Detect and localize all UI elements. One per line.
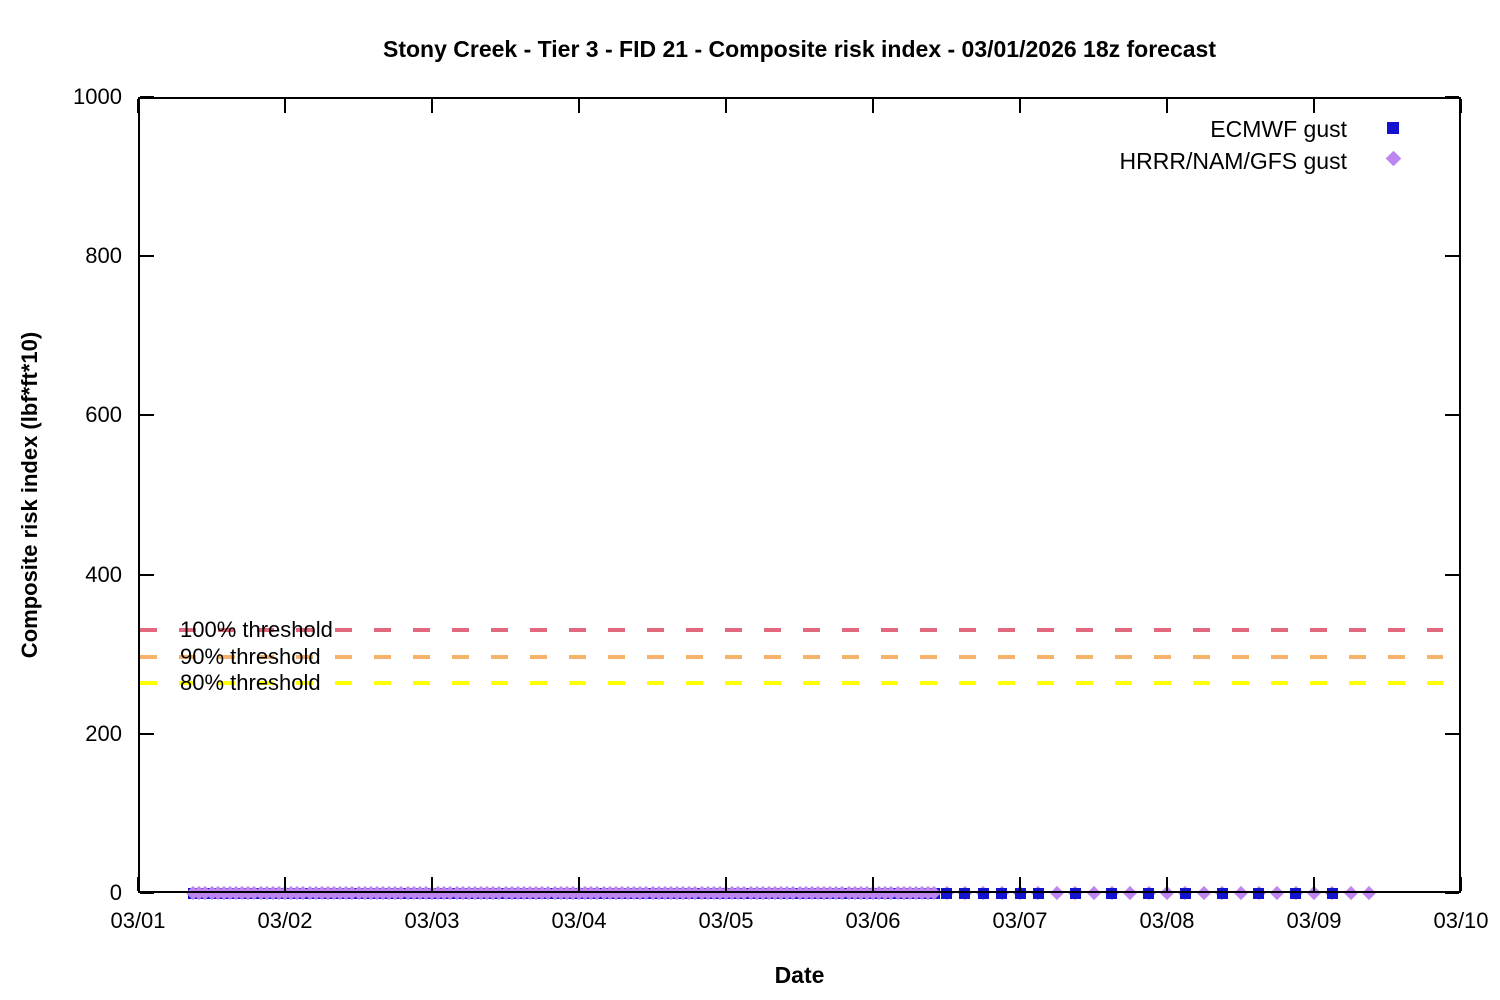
x-tick-label: 03/07	[992, 908, 1048, 933]
x-tick-mirror	[872, 99, 874, 113]
x-tick-label: 03/08	[1139, 908, 1195, 933]
data-point-square	[1143, 887, 1155, 899]
threshold-line	[140, 628, 1443, 633]
data-point-square	[977, 887, 989, 899]
y-tick-mirror	[1445, 732, 1459, 735]
x-tick-label: 03/05	[698, 908, 754, 933]
data-point-diamond	[1233, 885, 1248, 901]
y-tick-label: 400	[85, 561, 122, 587]
data-point-square	[1326, 887, 1338, 899]
y-tick-label: 0	[109, 880, 122, 905]
data-point-diamond	[1343, 885, 1358, 901]
x-axis-title: Date	[774, 962, 825, 988]
data-point-square	[941, 887, 952, 899]
y-tick-mirror	[1445, 892, 1459, 894]
x-tick-label: 03/02	[257, 908, 313, 933]
y-tick-mirror	[1445, 255, 1459, 258]
y-tick-mirror	[1445, 573, 1459, 576]
x-tick-mirror	[284, 99, 286, 113]
data-point-diamond	[1270, 885, 1285, 901]
x-tick	[1313, 877, 1315, 891]
x-tick-label: 03/04	[551, 908, 607, 933]
x-tick	[725, 877, 727, 891]
y-tick-label: 600	[85, 402, 122, 428]
y-tick-label: 1000	[73, 84, 122, 109]
plot-border	[138, 97, 1461, 893]
y-tick-label: 800	[85, 243, 122, 269]
x-tick-mirror	[137, 99, 139, 113]
x-tick-mirror	[1460, 99, 1462, 113]
data-point-square	[1253, 887, 1265, 899]
chart-title: Stony Creek - Tier 3 - FID 21 - Composit…	[382, 36, 1217, 62]
data-point-square	[1290, 887, 1302, 899]
x-tick	[431, 877, 433, 891]
y-tick	[140, 732, 154, 735]
y-tick	[140, 96, 154, 98]
x-tick-label: 03/06	[845, 908, 901, 933]
x-tick-label: 03/03	[404, 908, 460, 933]
threshold-line	[140, 654, 1443, 659]
x-tick	[1460, 877, 1462, 891]
threshold-line	[140, 680, 1443, 685]
x-tick-label: 03/01	[110, 908, 166, 933]
y-tick-mirror	[1445, 414, 1459, 417]
legend-diamond-icon	[1385, 150, 1402, 167]
data-point-square	[1216, 887, 1228, 899]
y-tick-mirror	[1445, 96, 1459, 98]
data-point-square	[1106, 887, 1118, 899]
y-tick	[140, 573, 154, 576]
data-point-diamond	[1049, 885, 1064, 901]
x-tick	[872, 877, 874, 891]
x-tick	[578, 877, 580, 891]
threshold-label: 80% threshold	[180, 669, 321, 695]
legend-label-hrrr: HRRR/NAM/GFS gust	[1119, 148, 1347, 174]
x-tick	[1166, 877, 1168, 891]
x-tick	[1019, 877, 1021, 891]
data-point-square	[1032, 887, 1044, 899]
x-tick-mirror	[1166, 99, 1168, 113]
data-point-diamond	[1196, 885, 1211, 901]
y-tick-label: 200	[85, 720, 122, 746]
data-point-square	[959, 887, 971, 899]
y-axis-title: Composite risk index (lbf*ft*10)	[17, 331, 42, 659]
data-point-diamond	[1086, 885, 1101, 901]
y-tick	[140, 255, 154, 258]
x-tick	[137, 877, 139, 891]
x-tick-mirror	[578, 99, 580, 113]
x-tick-mirror	[431, 99, 433, 113]
threshold-label: 100% threshold	[180, 617, 333, 643]
data-point-square	[996, 887, 1008, 899]
legend-square-icon	[1387, 122, 1399, 134]
data-point-diamond	[1362, 885, 1377, 901]
x-tick-mirror	[1019, 99, 1021, 113]
x-tick-mirror	[725, 99, 727, 113]
data-point-diamond	[1123, 885, 1138, 901]
legend-label-ecmwf: ECMWF gust	[1210, 116, 1347, 142]
x-tick	[284, 877, 286, 891]
y-tick	[140, 414, 154, 417]
x-tick-label: 03/09	[1286, 908, 1342, 933]
threshold-label: 90% threshold	[180, 643, 321, 669]
y-tick	[140, 892, 154, 894]
x-tick-mirror	[1313, 99, 1315, 113]
data-point-square	[1179, 887, 1191, 899]
data-point-square	[1069, 887, 1081, 899]
chart-canvas: Stony Creek - Tier 3 - FID 21 - Composit…	[0, 0, 1500, 1000]
x-tick-label: 03/10	[1433, 908, 1489, 933]
